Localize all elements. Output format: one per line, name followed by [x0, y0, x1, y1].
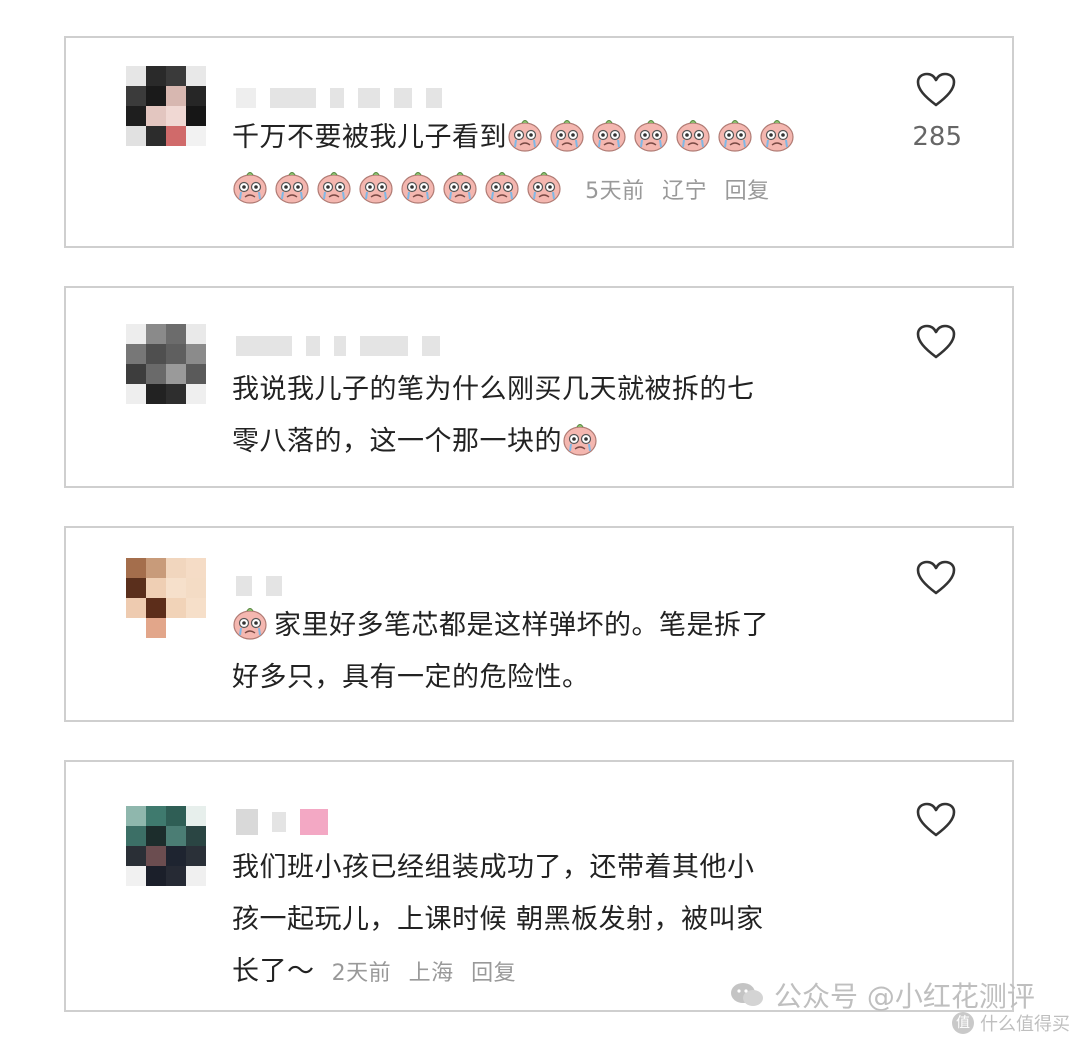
crying-face-emoji-icon: [591, 117, 627, 153]
crying-face-emoji-icon: [316, 169, 352, 205]
crying-face-emoji-icon: [562, 421, 598, 457]
username-blurred[interactable]: [236, 334, 440, 358]
comment-body-line2: 零八落的，这一个那一块的: [232, 426, 562, 457]
crying-face-emoji-icon: [442, 169, 478, 205]
heart-outline-icon[interactable]: [916, 324, 956, 360]
reply-button[interactable]: 回复: [471, 961, 516, 986]
comment-meta: 5天前 辽宁 回复: [585, 179, 780, 204]
crying-face-emoji-icon: [717, 117, 753, 153]
watermark-text: 公众号 @小红花测评: [774, 980, 1035, 1013]
crying-face-emoji-icon: [484, 169, 520, 205]
timestamp: 5天前: [585, 179, 645, 204]
crying-face-emoji-icon: [633, 117, 669, 153]
comment-card: 千万不要被我儿子看到 5天前 辽宁 回复 285: [64, 36, 1014, 248]
avatar[interactable]: [126, 806, 206, 886]
avatar[interactable]: [126, 324, 206, 404]
comment-text: 我说我儿子的笔为什么刚买几天就被拆的七 零八落的，这一个那一块的: [232, 364, 892, 468]
location: 辽宁: [662, 179, 708, 204]
reply-button[interactable]: 回复: [725, 179, 770, 204]
heart-outline-icon[interactable]: [916, 560, 956, 596]
comment-card: 我说我儿子的笔为什么刚买几天就被拆的七 零八落的，这一个那一块的: [64, 286, 1014, 488]
wechat-icon: [731, 983, 763, 1006]
comment-meta: 2天前 上海 回复: [332, 961, 527, 986]
avatar[interactable]: [126, 558, 206, 638]
comment-text: 千万不要被我儿子看到 5天前 辽宁 回复: [232, 112, 892, 218]
comment-card: 家里好多笔芯都是这样弹坏的。笔是拆了 好多只，具有一定的危险性。: [64, 526, 1014, 722]
location: 上海: [408, 961, 454, 986]
smzdm-text: 什么值得买: [980, 1014, 1070, 1035]
comment-text: 家里好多笔芯都是这样弹坏的。笔是拆了 好多只，具有一定的危险性。: [232, 600, 892, 704]
avatar[interactable]: [126, 66, 206, 146]
like-count: 285: [912, 122, 962, 152]
heart-outline-icon[interactable]: [916, 72, 956, 108]
crying-face-emoji-icon: [358, 169, 394, 205]
smzdm-logo-icon: 值: [952, 1012, 974, 1034]
crying-face-emoji-icon: [274, 169, 310, 205]
username-blurred[interactable]: [236, 809, 328, 835]
comment-body-line2: 好多只，具有一定的危险性。: [232, 662, 590, 693]
comment-body: 千万不要被我儿子看到: [232, 122, 507, 153]
crying-face-emoji-icon: [675, 117, 711, 153]
username-blurred[interactable]: [236, 574, 282, 598]
comment-body-line1: 家里好多笔芯都是这样弹坏的。笔是拆了: [274, 610, 769, 641]
username-blurred[interactable]: [236, 86, 442, 110]
comment-body-line3: 长了～: [232, 956, 315, 987]
comment-body-line1: 我们班小孩已经组装成功了，还带着其他小: [232, 852, 755, 883]
comment-body-line2: 孩一起玩儿，上课时候 朝黑板发射，被叫家: [232, 904, 764, 935]
crying-face-emoji-icon: [526, 169, 562, 205]
wechat-watermark: 公众号 @小红花测评: [730, 975, 1035, 1015]
comment-body-line1: 我说我儿子的笔为什么刚买几天就被拆的七: [232, 374, 755, 405]
timestamp: 2天前: [331, 961, 392, 986]
crying-face-emoji-icon: [232, 605, 268, 641]
crying-face-emoji-icon: [759, 117, 795, 153]
heart-outline-icon[interactable]: [916, 802, 956, 838]
emoji-row-inline: [507, 122, 801, 153]
emoji-row-line2: [232, 174, 568, 205]
crying-face-emoji-icon: [507, 117, 543, 153]
smzdm-watermark: 值 什么值得买: [952, 1010, 1070, 1036]
crying-face-emoji-icon: [549, 117, 585, 153]
crying-face-emoji-icon: [400, 169, 436, 205]
crying-face-emoji-icon: [232, 169, 268, 205]
